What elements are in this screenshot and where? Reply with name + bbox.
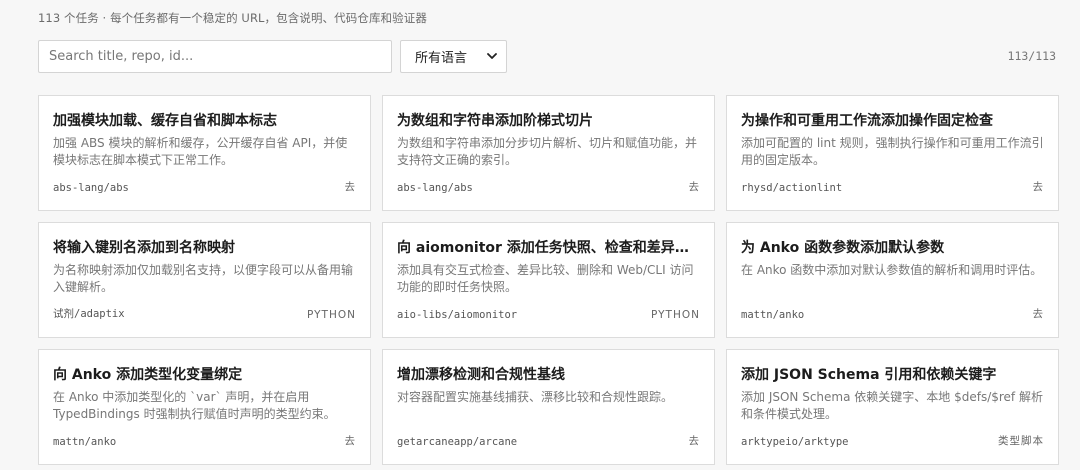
task-description: 添加 JSON Schema 依赖关键字、本地 $defs/$ref 解析和条件… — [741, 390, 1043, 421]
task-card[interactable]: 向 Anko 添加类型化变量绑定 在 Anko 中添加类型化的 `var` 声明… — [38, 349, 371, 465]
task-title: 加强模块加载、缓存自省和脚本标志 — [53, 113, 277, 129]
task-repo: rhysd/actionlint — [741, 182, 843, 194]
task-grid: 加强模块加载、缓存自省和脚本标志 加强 ABS 模块的解析和缓存，公开缓存自省 … — [38, 95, 1059, 465]
task-card[interactable]: 向 aiomonitor 添加任务快照、检查和差异比较功能 添加具有交互式检查、… — [382, 222, 715, 338]
task-title: 将输入键别名添加到名称映射 — [53, 240, 235, 256]
task-card[interactable]: 加强模块加载、缓存自省和脚本标志 加强 ABS 模块的解析和缓存，公开缓存自省 … — [38, 95, 371, 211]
task-card[interactable]: 为数组和字符串添加阶梯式切片 为数组和字符串添加分步切片解析、切片和赋值功能，并… — [382, 95, 715, 211]
chevron-down-icon — [487, 52, 497, 62]
task-repo: mattn/anko — [53, 436, 117, 448]
task-language-tag: 类型脚本 — [998, 435, 1044, 447]
task-description: 为名称映射添加仅加载别名支持，以便字段可以从备用输入键解析。 — [53, 263, 354, 294]
task-repo: getarcaneapp/arcane — [397, 436, 518, 448]
task-card[interactable]: 为操作和可重用工作流添加操作固定检查 添加可配置的 lint 规则，强制执行操作… — [726, 95, 1059, 211]
task-title: 为数组和字符串添加阶梯式切片 — [397, 113, 593, 129]
task-repo: mattn/anko — [741, 309, 805, 321]
task-language-tag: PYTHON — [307, 309, 356, 321]
task-repo: arktypeio/arktype — [741, 436, 849, 448]
task-language-tag: 去 — [1032, 181, 1044, 193]
task-language-tag: 去 — [344, 181, 356, 193]
task-title: 为 Anko 函数参数添加默认参数 — [741, 240, 945, 256]
search-input[interactable] — [38, 40, 392, 73]
task-title: 增加漂移检测和合规性基线 — [397, 367, 565, 383]
task-title: 向 Anko 添加类型化变量绑定 — [53, 367, 243, 383]
task-count-subtitle: 113 个任务 · 每个任务都有一个稳定的 URL，包含说明、代码仓库和验证器 — [38, 11, 427, 25]
task-repo: 试剂/adaptix — [53, 308, 125, 320]
task-description: 对容器配置实施基线捕获、漂移比较和合规性跟踪。 — [397, 390, 674, 404]
task-description: 在 Anko 中添加类型化的 `var` 声明，并在启用 TypedBindin… — [53, 390, 336, 421]
task-card[interactable]: 添加 JSON Schema 引用和依赖关键字 添加 JSON Schema 依… — [726, 349, 1059, 465]
task-description: 加强 ABS 模块的解析和缓存，公开缓存自省 API，并使模块标志在脚本模式下正… — [53, 136, 348, 167]
task-title: 向 aiomonitor 添加任务快照、检查和差异比较功能 — [397, 240, 700, 256]
task-language-tag: 去 — [688, 181, 700, 193]
task-language-tag: PYTHON — [651, 309, 700, 321]
task-title: 添加 JSON Schema 引用和依赖关键字 — [741, 367, 997, 383]
task-repo: abs-lang/abs — [397, 182, 473, 194]
task-description: 添加可配置的 lint 规则，强制执行操作和可重用工作流引用的固定版本。 — [741, 136, 1044, 167]
task-repo: aio-libs/aiomonitor — [397, 309, 518, 321]
task-language-tag: 去 — [344, 435, 356, 447]
language-select[interactable]: 所有语言 — [400, 40, 507, 73]
task-description: 为数组和字符串添加分步切片解析、切片和赋值功能，并支持符文正确的索引。 — [397, 136, 698, 167]
task-language-tag: 去 — [1032, 308, 1044, 320]
task-description: 在 Anko 函数中添加对默认参数值的解析和调用时评估。 — [741, 263, 1043, 277]
language-select-value: 所有语言 — [415, 51, 468, 66]
task-title: 为操作和可重用工作流添加操作固定检查 — [741, 113, 993, 129]
task-card[interactable]: 将输入键别名添加到名称映射 为名称映射添加仅加载别名支持，以便字段可以从备用输入… — [38, 222, 371, 338]
task-card[interactable]: 增加漂移检测和合规性基线 对容器配置实施基线捕获、漂移比较和合规性跟踪。 get… — [382, 349, 715, 465]
result-count: 113/113 — [1007, 49, 1056, 63]
task-description: 添加具有交互式检查、差异比较、删除和 Web/CLI 访问功能的即时任务快照。 — [397, 263, 694, 294]
task-repo: abs-lang/abs — [53, 182, 129, 194]
task-card[interactable]: 为 Anko 函数参数添加默认参数 在 Anko 函数中添加对默认参数值的解析和… — [726, 222, 1059, 338]
task-language-tag: 去 — [688, 435, 700, 447]
